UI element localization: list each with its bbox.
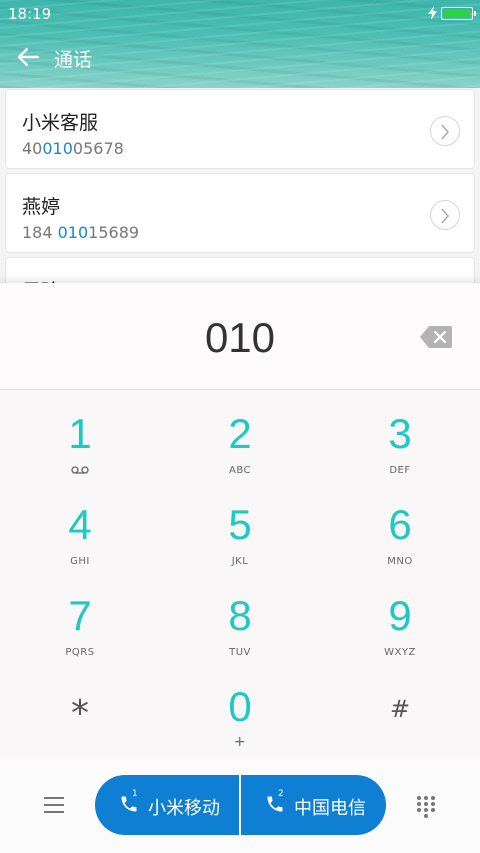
key-digit: 0: [228, 683, 252, 730]
backspace-icon[interactable]: [420, 326, 452, 348]
page-title: 通话: [54, 49, 93, 71]
contact-name: 燕婷: [22, 196, 61, 218]
key-0[interactable]: 0 +: [160, 671, 320, 761]
key-8[interactable]: 8 TUV: [160, 580, 320, 670]
key-digit: 8: [228, 592, 252, 639]
dial-display: 010: [0, 283, 480, 390]
contact-detail-button[interactable]: [430, 116, 460, 146]
contact-detail-button[interactable]: [430, 200, 460, 230]
contact-card[interactable]: 燕婷 184 01015689: [5, 173, 475, 253]
menu-icon[interactable]: [42, 795, 66, 815]
key-letters: JKL: [231, 556, 249, 567]
key-star[interactable]: *: [0, 671, 160, 761]
back-arrow-icon[interactable]: [16, 46, 40, 68]
key-letters: DEF: [389, 465, 411, 476]
key-digit: 5: [228, 501, 252, 548]
key-letters: GHI: [70, 556, 90, 567]
contact-number: 184 01015689: [22, 223, 140, 242]
sim2-label: 中国电信: [294, 798, 366, 819]
contact-name: 小米客服: [22, 112, 99, 134]
call-sim1-button[interactable]: 1 小米移动: [95, 775, 239, 835]
key-letters: MNO: [387, 556, 413, 567]
key-7[interactable]: 7 PQRS: [0, 580, 160, 670]
key-hash[interactable]: #: [320, 671, 480, 761]
key-digit: 4: [68, 501, 92, 548]
key-5[interactable]: 5 JKL: [160, 489, 320, 579]
contact-card[interactable]: 小米客服 4001005678: [5, 89, 475, 169]
match-highlight: 010: [57, 223, 89, 242]
key-2[interactable]: 2 ABC: [160, 398, 320, 488]
key-1[interactable]: 1: [0, 398, 160, 488]
chevron-right-icon: [441, 208, 449, 224]
key-digit: *: [71, 693, 89, 734]
key-letters: PQRS: [65, 647, 95, 658]
match-highlight: 010: [42, 139, 73, 158]
status-time: 18:19: [8, 5, 52, 23]
key-digit: 7: [68, 592, 92, 639]
sim1-label: 小米移动: [148, 798, 220, 819]
app-header: 18:19 通话: [0, 0, 480, 88]
sim-index: 2: [278, 789, 284, 799]
key-digit: 9: [388, 592, 412, 639]
voicemail-icon: [71, 466, 89, 474]
key-6[interactable]: 6 MNO: [320, 489, 480, 579]
key-digit: 2: [228, 410, 252, 457]
status-bar: 18:19: [0, 0, 480, 28]
call-sim2-button[interactable]: 2 中国电信: [241, 775, 386, 835]
sim-index: 1: [132, 789, 138, 799]
key-letters: WXYZ: [384, 647, 416, 658]
key-digit: 6: [388, 501, 412, 548]
key-letters: +: [233, 734, 247, 750]
key-digit: 3: [388, 410, 412, 457]
contact-number: 4001005678: [22, 139, 124, 158]
key-digit: 1: [68, 410, 92, 457]
key-9[interactable]: 9 WXYZ: [320, 580, 480, 670]
key-letters: TUV: [229, 647, 251, 658]
chevron-right-icon: [441, 124, 449, 140]
dialed-number[interactable]: 010: [0, 314, 480, 362]
key-3[interactable]: 3 DEF: [320, 398, 480, 488]
charging-bolt-icon: [428, 6, 437, 20]
dialpad-icon[interactable]: [416, 795, 436, 819]
battery-icon: [441, 7, 476, 20]
key-digit: #: [389, 695, 411, 723]
key-4[interactable]: 4 GHI: [0, 489, 160, 579]
key-letters: ABC: [228, 465, 251, 476]
bottom-bar: [0, 758, 480, 853]
